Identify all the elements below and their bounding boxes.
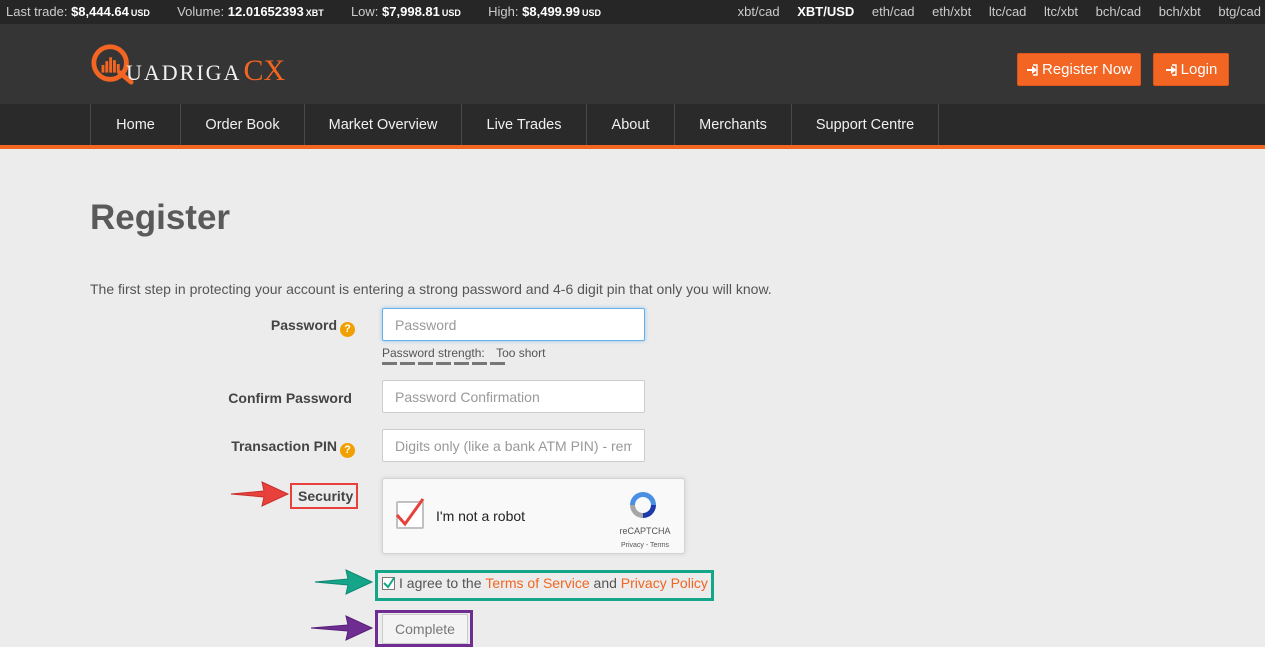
market-link[interactable]: ltc/cad	[989, 4, 1027, 19]
transaction-pin-input[interactable]	[382, 429, 645, 462]
recaptcha-brand: reCAPTCHA	[619, 526, 671, 536]
complete-highlight-box	[375, 610, 473, 647]
site-header: UADRIGACX Register Now Login	[0, 24, 1265, 104]
sign-in-icon	[1026, 63, 1038, 76]
main-nav: Home Order Book Market Overview Live Tra…	[0, 104, 1265, 145]
logo-wordmark[interactable]: UADRIGACX	[126, 54, 285, 88]
strength-value: Too short	[496, 346, 546, 360]
nav-item-merchants[interactable]: Merchants	[675, 104, 792, 145]
low-value: $7,998.81	[382, 4, 440, 19]
pin-label: Transaction PIN	[231, 438, 337, 454]
login-button[interactable]: Login	[1153, 53, 1229, 86]
password-label-row: Password?	[271, 317, 355, 337]
volume-label: Volume:	[177, 4, 225, 19]
market-link[interactable]: xbt/cad	[738, 4, 780, 19]
last-trade-unit: USD	[130, 8, 150, 18]
logo-main-text: UADRIGA	[126, 60, 242, 85]
ticker-stats: Last trade: $8,444.64 USD Volume: 12.0165…	[6, 4, 601, 19]
last-trade-label: Last trade:	[6, 4, 68, 19]
purple-arrow-icon	[310, 615, 374, 641]
teal-arrow-icon	[314, 569, 374, 595]
market-selector: xbt/cad XBT/USD eth/cad eth/xbt ltc/cad …	[724, 4, 1261, 19]
nav-item-about[interactable]: About	[587, 104, 675, 145]
market-link[interactable]: eth/cad	[872, 4, 915, 19]
confirm-password-label: Confirm Password	[228, 390, 352, 406]
page-title: Register	[90, 198, 231, 237]
market-link[interactable]: ltc/xbt	[1044, 4, 1078, 19]
register-now-button[interactable]: Register Now	[1017, 53, 1141, 86]
recaptcha-widget: I'm not a robot reCAPTCHA Privacy - Term…	[382, 478, 685, 554]
high-unit: USD	[581, 8, 601, 18]
security-highlight-box	[290, 483, 358, 509]
nav-item-market-overview[interactable]: Market Overview	[305, 104, 462, 145]
sign-in-icon	[1165, 63, 1177, 76]
red-arrow-icon	[230, 481, 290, 507]
help-icon[interactable]: ?	[340, 443, 355, 458]
high-value: $8,499.99	[522, 4, 580, 19]
market-link[interactable]: bch/cad	[1096, 4, 1142, 19]
nav-item-support-centre[interactable]: Support Centre	[792, 104, 939, 145]
nav-item-home[interactable]: Home	[91, 104, 181, 145]
help-icon[interactable]: ?	[340, 322, 355, 337]
last-trade-value: $8,444.64	[71, 4, 129, 19]
terms-highlight-box	[375, 570, 714, 601]
market-link[interactable]: btg/cad	[1218, 4, 1261, 19]
low-label: Low:	[350, 4, 379, 19]
login-label: Login	[1180, 61, 1218, 78]
confirm-password-input[interactable]	[382, 380, 645, 413]
high-label: High:	[488, 4, 519, 19]
strength-meter	[382, 362, 508, 365]
nav-item-live-trades[interactable]: Live Trades	[462, 104, 587, 145]
strength-label: Password strength:	[382, 346, 485, 360]
intro-text: The first step in protecting your accoun…	[90, 281, 772, 297]
pin-label-row: Transaction PIN?	[231, 438, 355, 458]
volume-value: 12.01652393	[227, 4, 304, 19]
nav-item-order-book[interactable]: Order Book	[181, 104, 305, 145]
recaptcha-links[interactable]: Privacy - Terms	[615, 542, 675, 549]
register-now-label: Register Now	[1041, 61, 1133, 78]
password-strength: Password strength: Too short	[382, 346, 545, 360]
password-input[interactable]	[382, 308, 645, 341]
recaptcha-checkbox[interactable]	[395, 498, 425, 529]
volume-unit: XBT	[305, 8, 324, 18]
market-link[interactable]: bch/xbt	[1159, 4, 1201, 19]
nav-accent-bar	[0, 145, 1265, 149]
recaptcha-label: I'm not a robot	[436, 508, 526, 524]
password-label: Password	[270, 317, 337, 333]
market-link[interactable]: eth/xbt	[932, 4, 971, 19]
recaptcha-logo-icon	[630, 492, 656, 518]
low-unit: USD	[441, 8, 461, 18]
logo-cx-text: CX	[243, 54, 286, 87]
checkmark-icon	[395, 498, 425, 527]
market-link-active[interactable]: XBT/USD	[797, 4, 854, 19]
ticker-bar: Last trade: $8,444.64 USD Volume: 12.0165…	[0, 0, 1265, 24]
